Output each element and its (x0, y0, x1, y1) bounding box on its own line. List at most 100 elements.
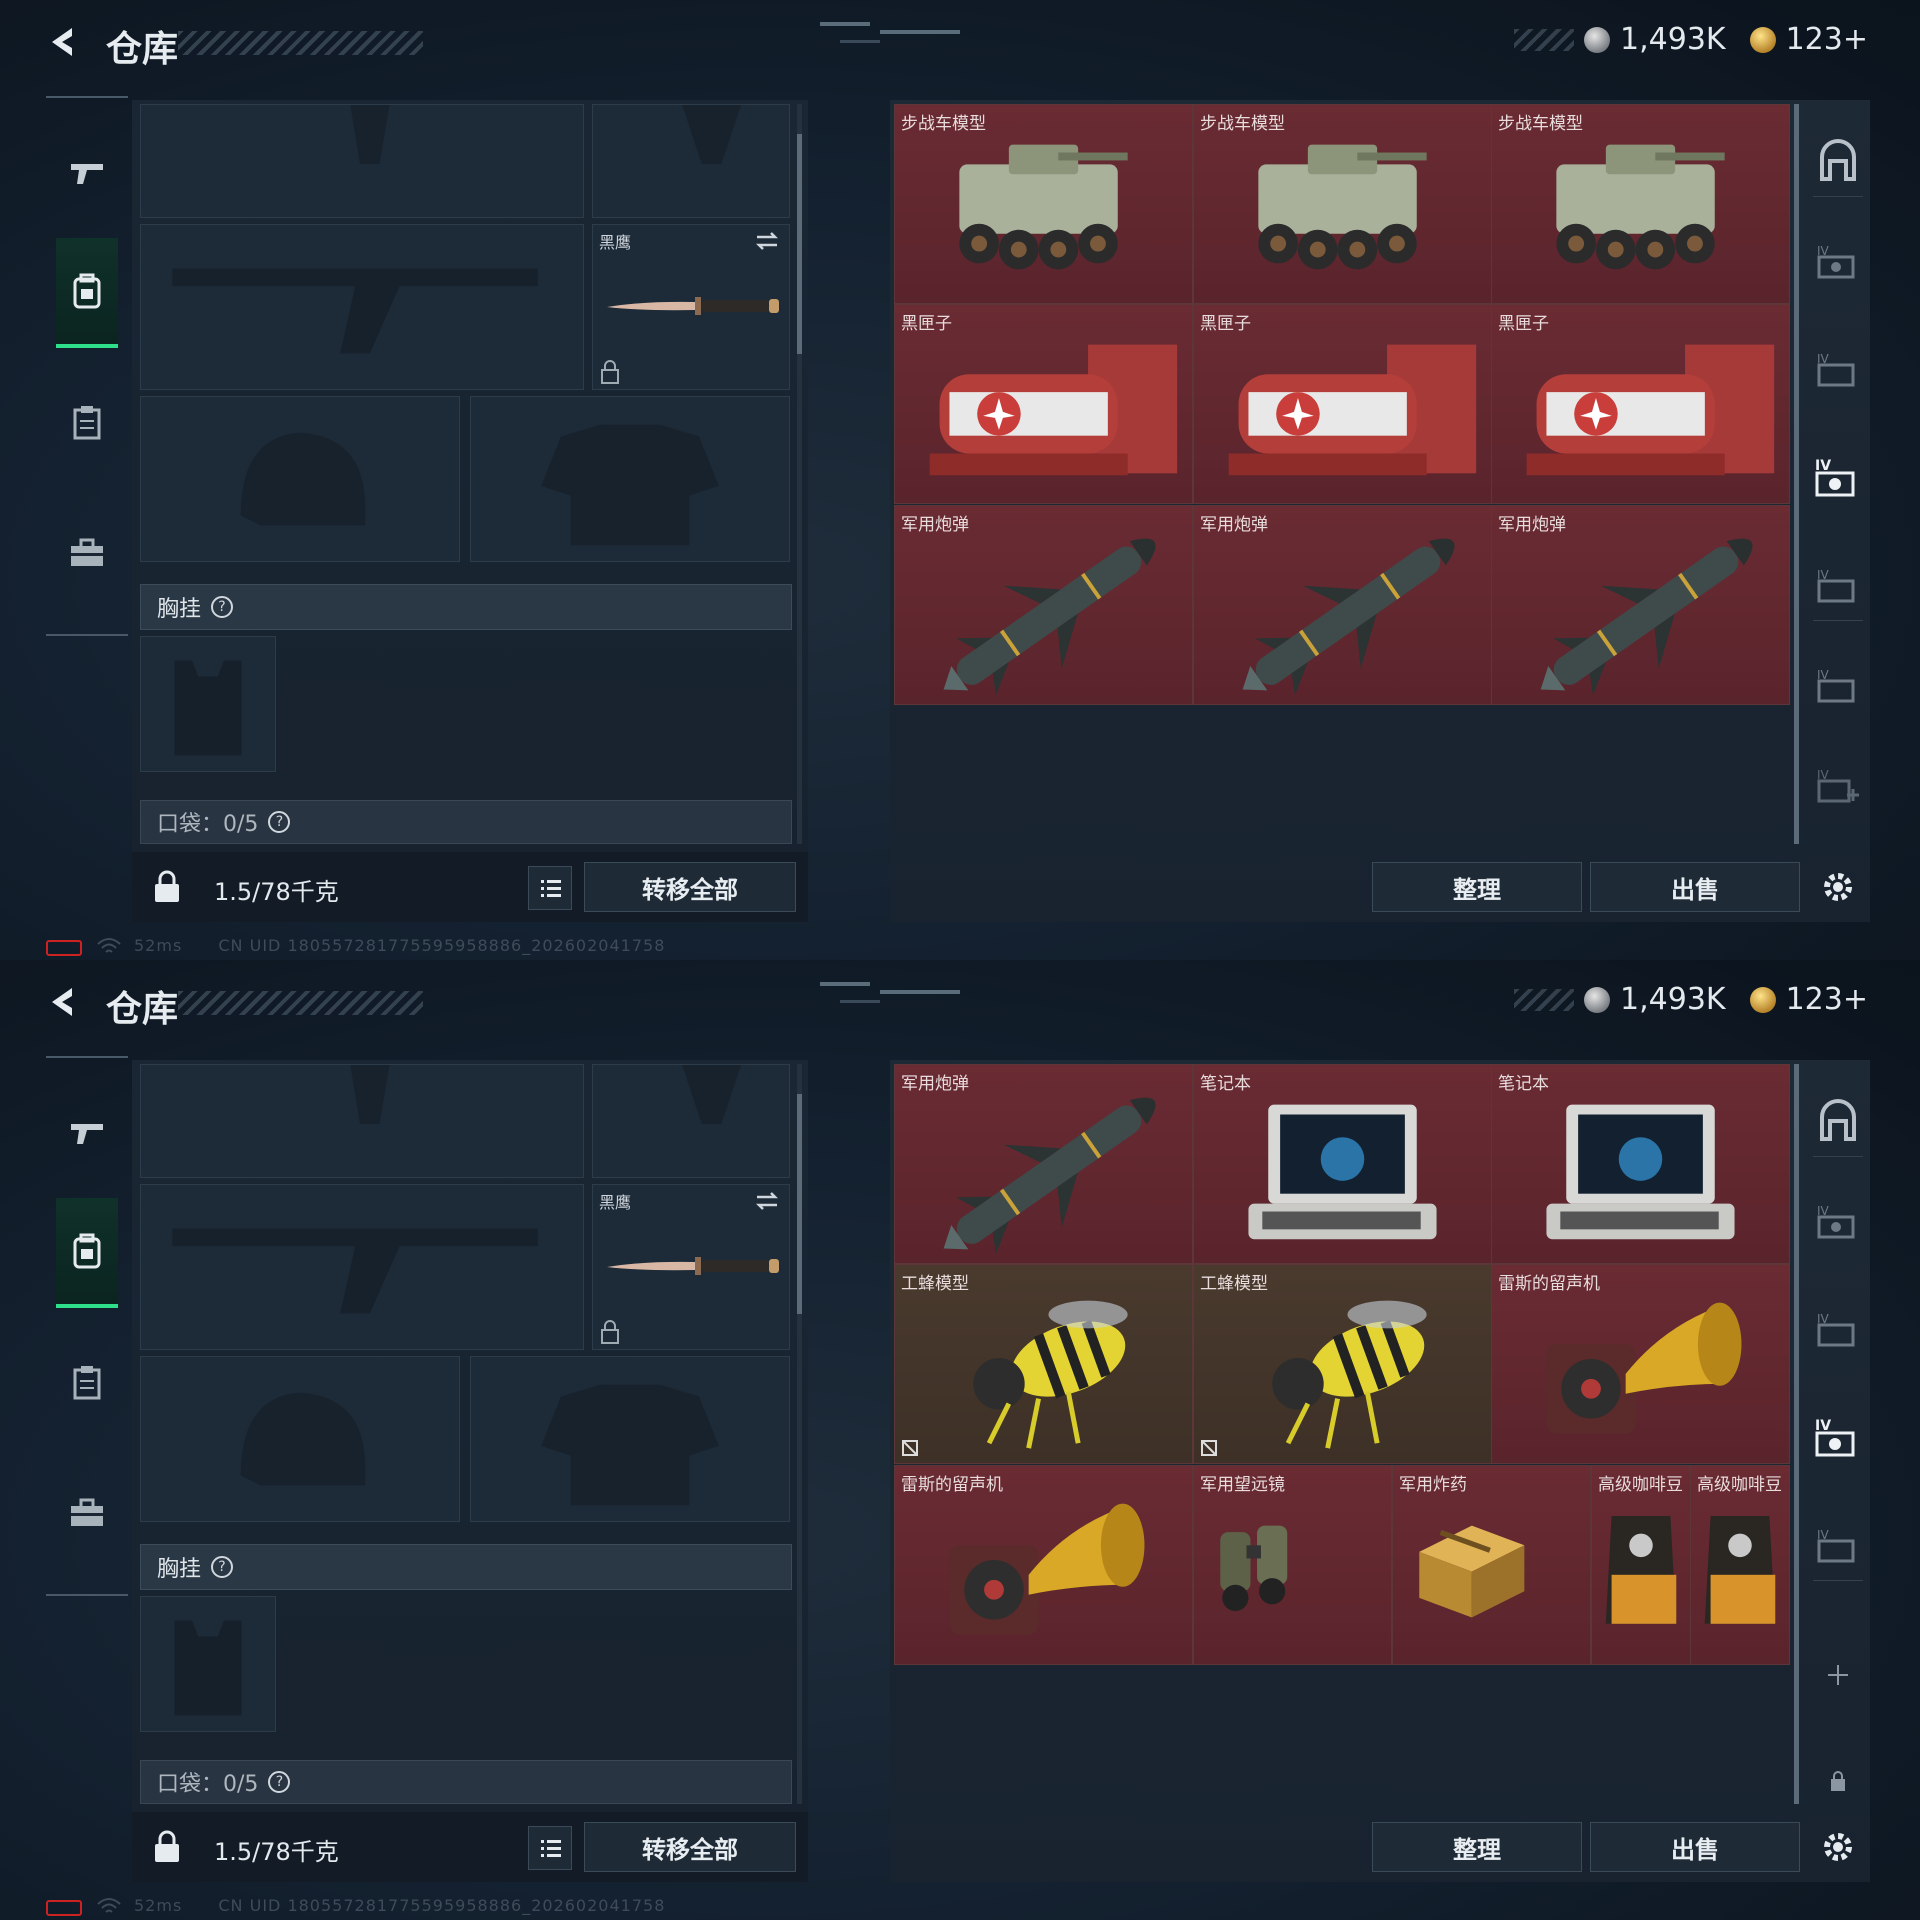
tab-storage-3[interactable]: IV (1813, 1304, 1863, 1354)
list-icon (541, 1840, 561, 1857)
swap-icon[interactable] (753, 1189, 781, 1213)
carry-weight: 1.5/78千克 (214, 1838, 339, 1866)
rifle-slot[interactable] (140, 1184, 584, 1350)
lock-tab-button[interactable] (1813, 1756, 1863, 1806)
chest-rig-slot[interactable] (140, 636, 276, 772)
storage-item-military-shell[interactable]: 军用炮弹 (1193, 505, 1492, 705)
tab-storage-2[interactable]: IV (1813, 1196, 1863, 1246)
list-view-button[interactable] (528, 1826, 572, 1870)
melee-slot[interactable]: 黑鹰 (592, 1184, 790, 1350)
gold-amount[interactable]: 123+ (1786, 982, 1868, 1017)
storage-item-military-shell[interactable]: 军用炮弹 (894, 505, 1193, 705)
storage-item-ifv-model[interactable]: 步战车模型 (894, 104, 1193, 304)
storage-item-phonograph[interactable]: 雷斯的留声机 (894, 1465, 1193, 1665)
storage-item-binoculars[interactable]: 军用望远镜 (1193, 1465, 1392, 1665)
primary-weapon-slot[interactable] (140, 1064, 584, 1178)
add-tab-button[interactable] (1813, 1650, 1863, 1700)
tab-storage-home[interactable] (1813, 1096, 1863, 1146)
sidebar-item-backpack[interactable] (56, 1198, 118, 1308)
secondary-weapon-slot[interactable] (592, 104, 790, 218)
storage-item-black-box[interactable]: 黑匣子 (1491, 304, 1790, 504)
sidebar-item-toolbox[interactable] (56, 498, 118, 608)
storage-item-laptop[interactable]: 笔记本 (1491, 1064, 1790, 1264)
item-name: 步战车模型 (901, 114, 986, 134)
sell-button[interactable]: 出售 (1590, 862, 1800, 912)
sell-button[interactable]: 出售 (1590, 1822, 1800, 1872)
storage-item-phonograph[interactable]: 雷斯的留声机 (1491, 1264, 1790, 1464)
storage-item-black-box[interactable]: 黑匣子 (894, 304, 1193, 504)
lock-icon[interactable] (599, 359, 621, 385)
storage-item-ifv-model[interactable]: 步战车模型 (1193, 104, 1492, 304)
currency-display: 1,493K 123+ (1514, 982, 1868, 1017)
storage-scrollbar[interactable] (1794, 1064, 1799, 1804)
rifle-slot[interactable] (140, 224, 584, 390)
storage-item-black-box[interactable]: 黑匣子 (1193, 304, 1492, 504)
list-view-button[interactable] (528, 866, 572, 910)
sidebar-item-backpack[interactable] (56, 238, 118, 348)
header-decoration (820, 982, 960, 1003)
back-arrow-icon[interactable] (44, 22, 84, 62)
item-name: 步战车模型 (1498, 114, 1583, 134)
sidebar-item-vest[interactable] (56, 1328, 118, 1438)
tab-storage-4[interactable]: IV (1813, 452, 1863, 502)
weight-lock-icon (155, 870, 179, 902)
help-icon[interactable]: ? (211, 1556, 234, 1578)
tab-storage-2[interactable]: IV (1813, 236, 1863, 286)
item-name: 军用炮弹 (1498, 515, 1566, 535)
transfer-all-button[interactable]: 转移全部 (584, 1822, 796, 1872)
signal-latency: 52ms (134, 936, 183, 955)
melee-slot[interactable]: 黑鹰 (592, 224, 790, 390)
armor-slot[interactable] (470, 1356, 790, 1522)
tab-storage-6[interactable]: IV (1813, 660, 1863, 710)
storage-item-ifv-model[interactable]: 步战车模型 (1491, 104, 1790, 304)
status-bar: 52ms CN UID 180557281775595958886_202602… (0, 934, 1920, 960)
secondary-weapon-slot[interactable] (592, 1064, 790, 1178)
chest-rig-slot[interactable] (140, 1596, 276, 1732)
sidebar-item-toolbox[interactable] (56, 1458, 118, 1568)
lock-icon[interactable] (599, 1319, 621, 1345)
loadout-scrollbar[interactable] (797, 1064, 802, 1804)
tab-storage-4[interactable]: IV (1813, 1412, 1863, 1462)
tab-add-storage[interactable]: IV (1813, 760, 1863, 810)
sidebar-item-vest[interactable] (56, 368, 118, 478)
silver-amount: 1,493K (1620, 22, 1726, 57)
loadout-panel: 黑鹰 胸挂 ? 口袋：0/5 ? (132, 1060, 808, 1882)
storage-item-worker-bee-model[interactable]: 工蜂模型 (894, 1264, 1193, 1464)
storage-item-explosives-crate[interactable]: 军用炸药 (1392, 1465, 1591, 1665)
helmet-slot[interactable] (140, 1356, 460, 1522)
storage-item-laptop[interactable]: 笔记本 (1193, 1064, 1492, 1264)
tab-storage-3[interactable]: IV (1813, 344, 1863, 394)
storage-scrollbar[interactable] (1794, 104, 1799, 844)
sort-button[interactable]: 整理 (1372, 1822, 1582, 1872)
storage-grid: 步战车模型 步战车模型 步战车模型 黑匣子 黑匣子 黑匣子 军用炮弹 军用炮弹 军用炮弹 (894, 104, 1790, 705)
tab-storage-home[interactable] (1813, 136, 1863, 186)
settings-button[interactable] (1813, 862, 1863, 912)
storage-case-icon: IV (1817, 1312, 1855, 1347)
loadout-scrollbar[interactable] (797, 104, 802, 844)
tab-storage-5[interactable]: IV (1813, 560, 1863, 610)
item-name: 高级咖啡豆 (1697, 1475, 1782, 1495)
help-icon[interactable]: ? (211, 596, 234, 618)
safe-icon (1820, 1099, 1856, 1141)
title-decoration (178, 31, 423, 55)
storage-item-coffee-beans[interactable]: 高级咖啡豆 (1690, 1465, 1790, 1665)
sidebar-item-weapons[interactable] (56, 1078, 118, 1188)
transfer-all-button[interactable]: 转移全部 (584, 862, 796, 912)
storage-item-coffee-beans[interactable]: 高级咖啡豆 (1591, 1465, 1691, 1665)
tab-storage-5[interactable]: IV (1813, 1520, 1863, 1570)
swap-icon[interactable] (753, 229, 781, 253)
sidebar-item-weapons[interactable] (56, 118, 118, 228)
storage-item-military-shell[interactable]: 军用炮弹 (894, 1064, 1193, 1264)
storage-item-worker-bee-model[interactable]: 工蜂模型 (1193, 1264, 1492, 1464)
pocket-header: 口袋：0/5 ? (140, 800, 792, 844)
armor-slot[interactable] (470, 396, 790, 562)
helmet-slot[interactable] (140, 396, 460, 562)
back-arrow-icon[interactable] (44, 982, 84, 1022)
storage-item-military-shell[interactable]: 军用炮弹 (1491, 505, 1790, 705)
primary-weapon-slot[interactable] (140, 104, 584, 218)
settings-button[interactable] (1813, 1822, 1863, 1872)
help-icon[interactable]: ? (268, 811, 291, 833)
help-icon[interactable]: ? (268, 1771, 291, 1793)
gold-amount[interactable]: 123+ (1786, 22, 1868, 57)
sort-button[interactable]: 整理 (1372, 862, 1582, 912)
